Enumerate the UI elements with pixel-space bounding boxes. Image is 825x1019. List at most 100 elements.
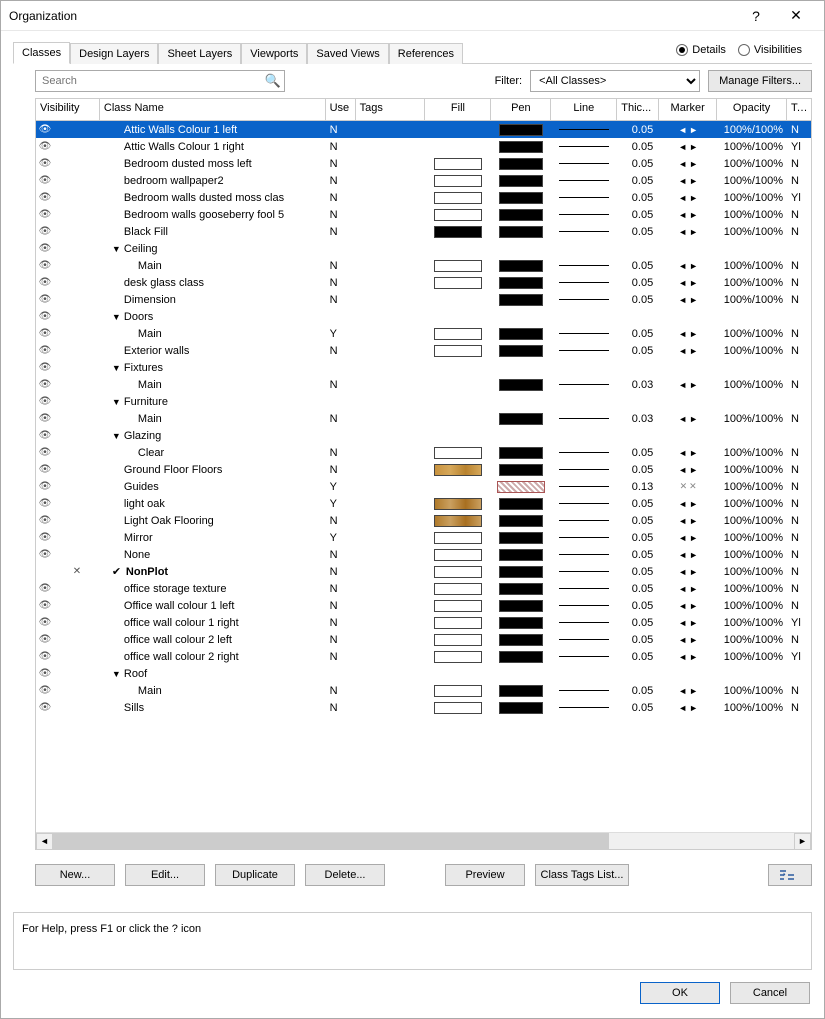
- marker-cell[interactable]: ◄ ►: [659, 325, 717, 342]
- marker-cell[interactable]: ◄ ►: [659, 512, 717, 529]
- texture-cell[interactable]: N: [787, 478, 811, 495]
- visibility-cell[interactable]: 👁: [36, 665, 100, 682]
- fill-cell[interactable]: [425, 138, 491, 155]
- class-name-cell[interactable]: Attic Walls Colour 1 right: [100, 138, 326, 155]
- table-row[interactable]: 👁NoneN0.05◄ ►100%/100%N: [36, 546, 811, 563]
- marker-cell[interactable]: ◄ ►: [659, 614, 717, 631]
- texture-cell[interactable]: N: [787, 342, 811, 359]
- opacity-cell[interactable]: 100%/100%: [717, 461, 787, 478]
- class-name-cell[interactable]: Main: [100, 410, 326, 427]
- use-cell[interactable]: N: [326, 155, 356, 172]
- visibility-cell[interactable]: 👁: [36, 444, 100, 461]
- opacity-cell[interactable]: 100%/100%: [717, 155, 787, 172]
- visibility-cell[interactable]: 👁: [36, 393, 100, 410]
- texture-cell[interactable]: N: [787, 223, 811, 240]
- visibility-cell[interactable]: 👁: [36, 121, 100, 138]
- tags-cell[interactable]: [356, 597, 426, 614]
- fill-cell[interactable]: [425, 546, 491, 563]
- use-cell[interactable]: N: [326, 138, 356, 155]
- class-name-cell[interactable]: ✔NonPlot: [100, 563, 326, 580]
- marker-cell[interactable]: ◄ ►: [659, 291, 717, 308]
- table-row[interactable]: 👁MainN0.05◄ ►100%/100%N: [36, 682, 811, 699]
- visibility-cell[interactable]: 👁: [36, 512, 100, 529]
- preview-button[interactable]: Preview: [445, 864, 525, 886]
- visibility-cell[interactable]: 👁: [36, 291, 100, 308]
- fill-cell[interactable]: [425, 393, 491, 410]
- tags-cell[interactable]: [356, 444, 426, 461]
- fill-cell[interactable]: [425, 461, 491, 478]
- fill-cell[interactable]: [425, 597, 491, 614]
- use-cell[interactable]: N: [326, 223, 356, 240]
- pen-cell[interactable]: [491, 257, 551, 274]
- fill-cell[interactable]: [425, 172, 491, 189]
- marker-cell[interactable]: [659, 427, 717, 444]
- table-row[interactable]: 👁▼Fixtures: [36, 359, 811, 376]
- tags-cell[interactable]: [356, 648, 426, 665]
- tags-cell[interactable]: [356, 665, 426, 682]
- class-name-cell[interactable]: Light Oak Flooring: [100, 512, 326, 529]
- radio-details[interactable]: Details: [676, 44, 726, 56]
- opacity-cell[interactable]: [717, 665, 787, 682]
- use-cell[interactable]: N: [326, 172, 356, 189]
- use-cell[interactable]: N: [326, 257, 356, 274]
- marker-cell[interactable]: ◄ ►: [659, 121, 717, 138]
- thickness-cell[interactable]: 0.03: [617, 376, 659, 393]
- use-cell[interactable]: Y: [326, 495, 356, 512]
- pen-cell[interactable]: [491, 376, 551, 393]
- pen-cell[interactable]: [491, 291, 551, 308]
- search-icon[interactable]: 🔍: [262, 73, 284, 89]
- opacity-cell[interactable]: 100%/100%: [717, 223, 787, 240]
- line-cell[interactable]: [551, 189, 617, 206]
- thickness-cell[interactable]: 0.05: [617, 325, 659, 342]
- use-cell[interactable]: N: [326, 512, 356, 529]
- horizontal-scrollbar[interactable]: ◄ ►: [36, 832, 811, 849]
- line-cell[interactable]: [551, 648, 617, 665]
- texture-cell[interactable]: [787, 665, 811, 682]
- pen-cell[interactable]: [491, 393, 551, 410]
- table-row[interactable]: 👁desk glass classN0.05◄ ►100%/100%N: [36, 274, 811, 291]
- thickness-cell[interactable]: 0.05: [617, 223, 659, 240]
- thickness-cell[interactable]: 0.05: [617, 444, 659, 461]
- visibility-cell[interactable]: 👁: [36, 376, 100, 393]
- thickness-cell[interactable]: 0.05: [617, 121, 659, 138]
- line-cell[interactable]: [551, 240, 617, 257]
- table-row[interactable]: 👁SillsN0.05◄ ►100%/100%N: [36, 699, 811, 716]
- opacity-cell[interactable]: 100%/100%: [717, 648, 787, 665]
- opacity-cell[interactable]: [717, 240, 787, 257]
- class-name-cell[interactable]: ▼Ceiling: [100, 240, 326, 257]
- fill-cell[interactable]: [425, 342, 491, 359]
- class-name-cell[interactable]: Guides: [100, 478, 326, 495]
- table-row[interactable]: 👁▼Doors: [36, 308, 811, 325]
- class-name-cell[interactable]: Mirror: [100, 529, 326, 546]
- pen-cell[interactable]: [491, 138, 551, 155]
- use-cell[interactable]: N: [326, 444, 356, 461]
- marker-cell[interactable]: ◄ ►: [659, 563, 717, 580]
- thickness-cell[interactable]: [617, 240, 659, 257]
- texture-cell[interactable]: [787, 308, 811, 325]
- visibility-cell[interactable]: 👁: [36, 427, 100, 444]
- table-row[interactable]: 👁ClearN0.05◄ ►100%/100%N: [36, 444, 811, 461]
- thickness-cell[interactable]: 0.05: [617, 495, 659, 512]
- fill-cell[interactable]: [425, 155, 491, 172]
- opacity-cell[interactable]: 100%/100%: [717, 631, 787, 648]
- thickness-cell[interactable]: 0.05: [617, 614, 659, 631]
- pen-cell[interactable]: [491, 121, 551, 138]
- table-row[interactable]: 👁Bedroom walls gooseberry fool 5N0.05◄ ►…: [36, 206, 811, 223]
- duplicate-button[interactable]: Duplicate: [215, 864, 295, 886]
- visibility-cell[interactable]: 👁: [36, 495, 100, 512]
- line-cell[interactable]: [551, 121, 617, 138]
- pen-cell[interactable]: [491, 427, 551, 444]
- line-cell[interactable]: [551, 257, 617, 274]
- pen-cell[interactable]: [491, 699, 551, 716]
- thickness-cell[interactable]: [617, 393, 659, 410]
- class-name-cell[interactable]: desk glass class: [100, 274, 326, 291]
- use-cell[interactable]: N: [326, 342, 356, 359]
- texture-cell[interactable]: [787, 393, 811, 410]
- marker-cell[interactable]: ✕ ✕: [659, 478, 717, 495]
- col-line[interactable]: Line: [551, 99, 617, 120]
- table-row[interactable]: 👁office storage textureN0.05◄ ►100%/100%…: [36, 580, 811, 597]
- texture-cell[interactable]: N: [787, 699, 811, 716]
- marker-cell[interactable]: ◄ ►: [659, 189, 717, 206]
- line-cell[interactable]: [551, 274, 617, 291]
- pen-cell[interactable]: [491, 614, 551, 631]
